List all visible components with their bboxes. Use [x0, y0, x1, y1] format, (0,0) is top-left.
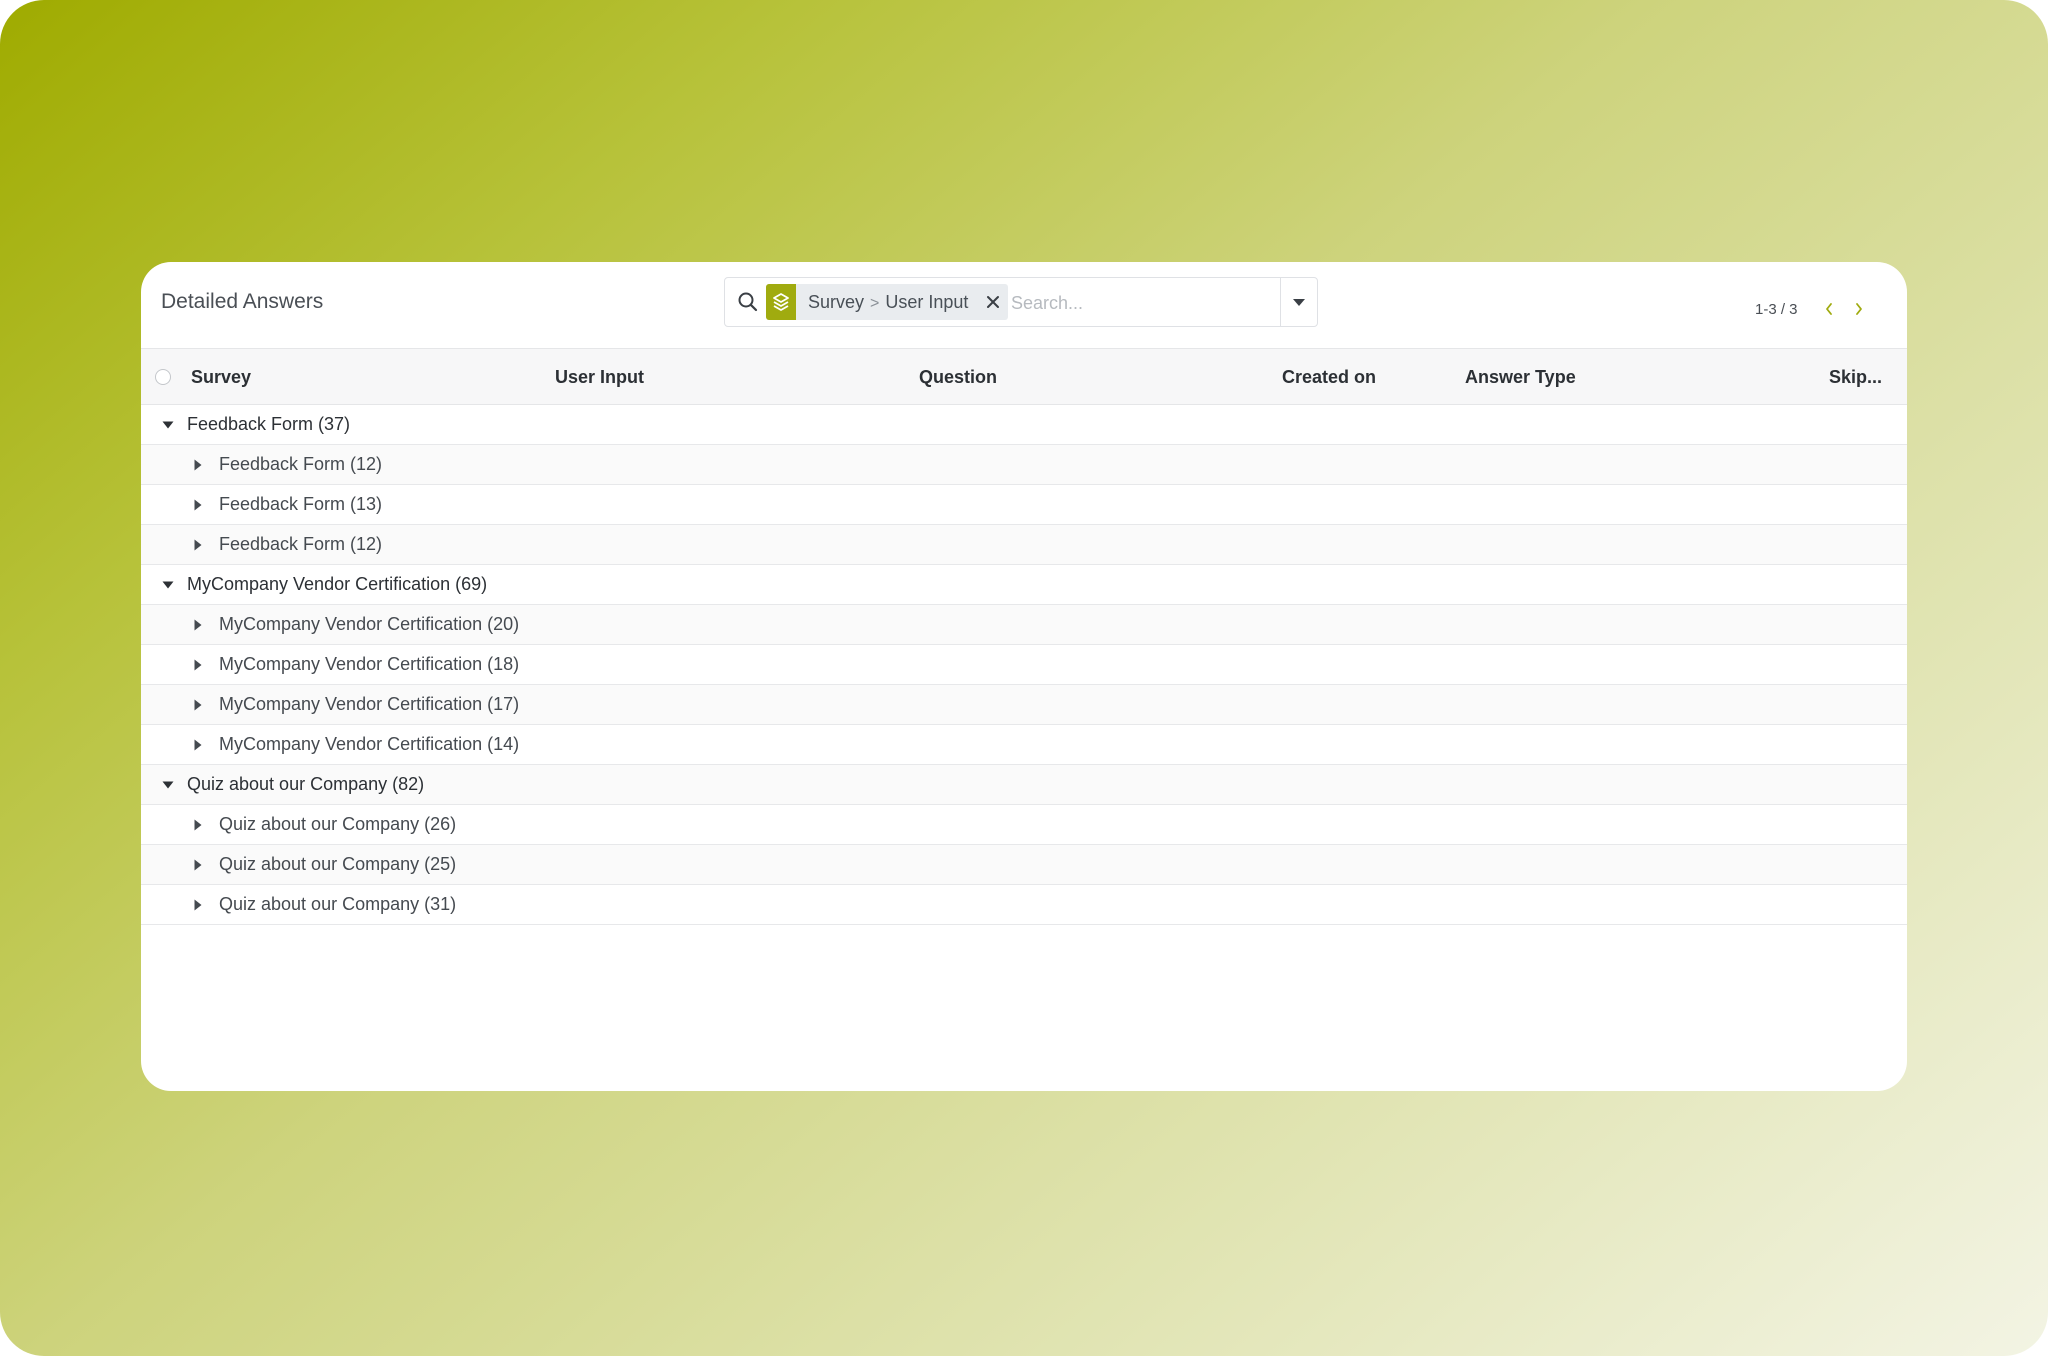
caret-down-icon	[161, 578, 175, 592]
subgroup-row[interactable]: Quiz about our Company (25)	[141, 845, 1907, 885]
subgroup-row[interactable]: Feedback Form (13)	[141, 485, 1907, 525]
subgroup-label: Feedback Form (12)	[219, 454, 383, 474]
search-options-toggle[interactable]	[1280, 278, 1317, 326]
caret-right-icon	[191, 618, 205, 632]
select-all-checkbox[interactable]	[155, 369, 171, 385]
desktop-background: Detailed Answers Survey > User Input Sea…	[0, 0, 2048, 1356]
caret-right-icon	[191, 498, 205, 512]
subgroup-label: Feedback Form (12)	[219, 534, 383, 554]
subgroup-label: MyCompany Vendor Certification (14)	[219, 734, 520, 754]
caret-down-icon	[1293, 299, 1305, 306]
subgroup-row[interactable]: Feedback Form (12)	[141, 525, 1907, 565]
layers-icon	[766, 284, 796, 320]
list-view-window: Detailed Answers Survey > User Input Sea…	[141, 262, 1907, 1091]
chevron-right-icon	[1855, 303, 1862, 315]
column-header-survey[interactable]: Survey	[191, 367, 251, 388]
subgroup-row[interactable]: MyCompany Vendor Certification (20)	[141, 605, 1907, 645]
facet-value: User Input	[885, 291, 969, 312]
caret-right-icon	[191, 698, 205, 712]
pager-value[interactable]: 1-3 / 3	[1755, 301, 1798, 318]
group-label: Feedback Form (37)	[187, 414, 351, 434]
pager-next-button[interactable]	[1844, 299, 1874, 319]
subgroup-label: MyCompany Vendor Certification (17)	[219, 694, 520, 714]
caret-down-icon	[161, 778, 175, 792]
subgroup-row[interactable]: Quiz about our Company (31)	[141, 885, 1907, 925]
subgroup-label: Quiz about our Company (25)	[219, 854, 457, 874]
column-header-skipped[interactable]: Skip...	[1829, 367, 1882, 388]
subgroup-row[interactable]: MyCompany Vendor Certification (17)	[141, 685, 1907, 725]
caret-right-icon	[191, 658, 205, 672]
facet-separator: >	[870, 294, 880, 312]
caret-down-icon	[161, 418, 175, 432]
subgroup-label: Quiz about our Company (31)	[219, 894, 457, 914]
subgroup-row[interactable]: MyCompany Vendor Certification (18)	[141, 645, 1907, 685]
search-bar[interactable]: Survey > User Input	[724, 277, 1318, 327]
subgroup-label: Feedback Form (13)	[219, 494, 383, 514]
subgroup-row[interactable]: Feedback Form (12)	[141, 445, 1907, 485]
subgroup-label: MyCompany Vendor Certification (20)	[219, 614, 520, 634]
group-row[interactable]: MyCompany Vendor Certification (69)	[141, 565, 1907, 605]
control-panel: Detailed Answers Survey > User Input Sea…	[141, 262, 1907, 348]
group-label: Quiz about our Company (82)	[187, 774, 425, 794]
column-header-question[interactable]: Question	[919, 367, 997, 388]
caret-right-icon	[191, 458, 205, 472]
column-header-user-input[interactable]: User Input	[555, 367, 644, 388]
table-body: Feedback Form (37) Feedback Form (12) Feed…	[141, 405, 1907, 925]
caret-right-icon	[191, 538, 205, 552]
facet-values: Survey > User Input	[796, 292, 978, 313]
subgroup-row[interactable]: MyCompany Vendor Certification (14)	[141, 725, 1907, 765]
page-title: Detailed Answers	[161, 290, 324, 313]
pager-previous-button[interactable]	[1814, 299, 1844, 319]
subgroup-label: Quiz about our Company (26)	[219, 814, 457, 834]
caret-right-icon	[191, 898, 205, 912]
subgroup-label: MyCompany Vendor Certification (18)	[219, 654, 520, 674]
caret-right-icon	[191, 738, 205, 752]
table-header: Survey User Input Question Created on An…	[141, 348, 1907, 405]
pager: 1-3 / 3	[1755, 299, 1874, 319]
group-row[interactable]: Feedback Form (37)	[141, 405, 1907, 445]
group-label: MyCompany Vendor Certification (69)	[187, 574, 488, 594]
column-header-answer-type[interactable]: Answer Type	[1465, 367, 1576, 388]
groupby-facet[interactable]: Survey > User Input	[766, 284, 1009, 320]
caret-right-icon	[191, 818, 205, 832]
search-icon[interactable]	[737, 291, 759, 313]
column-header-created-on[interactable]: Created on	[1282, 367, 1376, 388]
caret-right-icon	[191, 858, 205, 872]
chevron-left-icon	[1825, 303, 1832, 315]
group-row[interactable]: Quiz about our Company (82)	[141, 765, 1907, 805]
search-input[interactable]	[1009, 286, 1283, 320]
subgroup-row[interactable]: Quiz about our Company (26)	[141, 805, 1907, 845]
facet-value: Survey	[808, 291, 865, 312]
close-icon[interactable]	[978, 284, 1008, 320]
